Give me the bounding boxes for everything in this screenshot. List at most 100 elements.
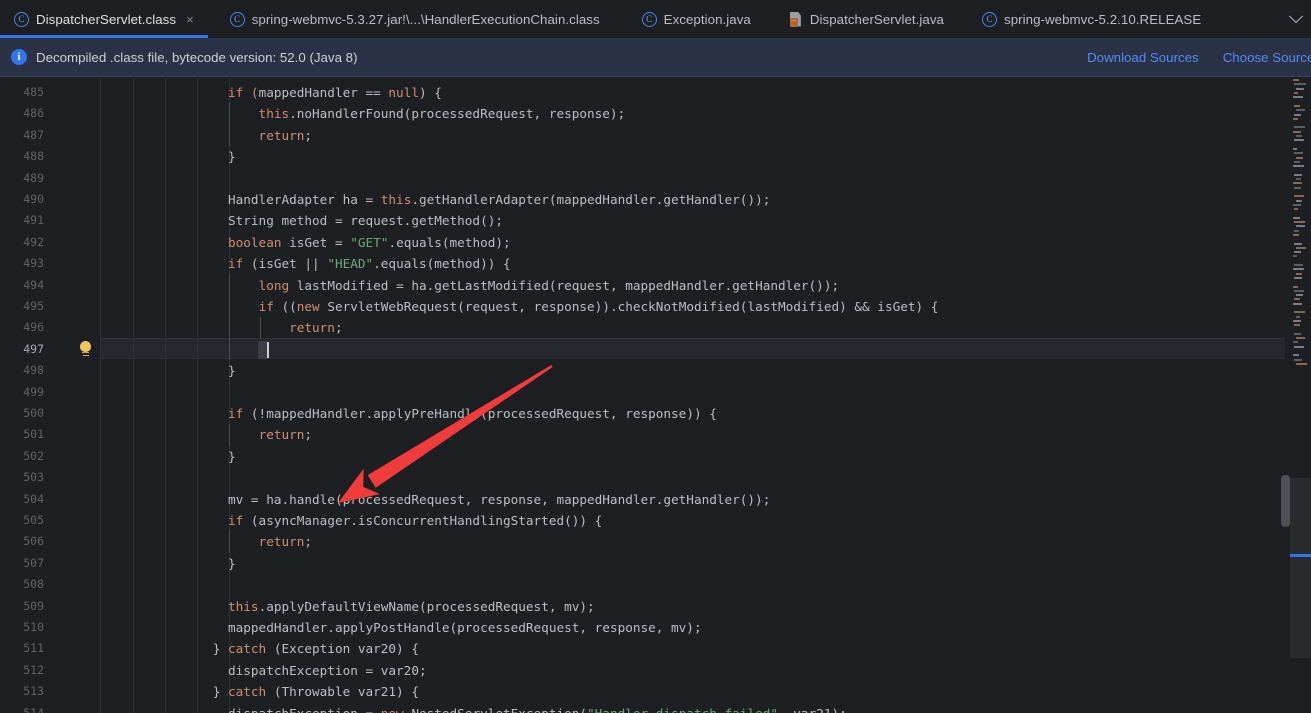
- minimap-viewport[interactable]: [1290, 478, 1311, 658]
- code-token: mv = ha.handle(processedRequest, respons…: [228, 491, 771, 507]
- code-line[interactable]: dispatchException = new NestedServletExc…: [213, 703, 847, 713]
- code-token: catch: [228, 641, 267, 657]
- code-token: ((: [273, 299, 297, 314]
- code-token: }: [228, 448, 236, 464]
- error-stripe[interactable]: [1281, 78, 1290, 713]
- minimap-line: [1292, 79, 1299, 82]
- code-token: }: [228, 555, 236, 571]
- notification-message: Decompiled .class file, bytecode version…: [36, 49, 358, 65]
- minimap-line: [1295, 272, 1302, 275]
- minimap-line: [1294, 345, 1305, 348]
- minimap-line: [1295, 246, 1306, 249]
- code-token: }: [212, 641, 228, 657]
- editor-tab-exception-java[interactable]: C Exception.java: [614, 0, 765, 38]
- code-line[interactable]: }: [228, 553, 236, 574]
- editor-tab-label: spring-webmvc-5.3.27.jar!\...\HandlerExe…: [251, 11, 600, 27]
- minimap-line: [1292, 117, 1298, 120]
- code-token: (asyncManager.isConcurrentHandlingStarte…: [243, 513, 603, 528]
- code-line[interactable]: return;: [228, 424, 312, 445]
- text-caret: [267, 341, 269, 358]
- class-file-icon: C: [229, 11, 245, 27]
- code-token: }: [228, 363, 236, 379]
- code-line[interactable]: dispatchException = var20;: [213, 660, 427, 681]
- code-line[interactable]: mappedHandler.applyPostHandle(processedR…: [228, 617, 702, 638]
- choose-sources-link[interactable]: Choose Sources: [1223, 50, 1311, 65]
- code-line[interactable]: } catch (Exception var20) {: [213, 638, 419, 659]
- editor-tab-spring-webmvc-release[interactable]: C spring-webmvc-5.2.10.RELEASE: [958, 0, 1215, 38]
- code-line[interactable]: this.noHandlerFound(processedRequest, re…: [228, 103, 626, 124]
- code-token: (Exception var20) {: [266, 641, 419, 657]
- code-token: .equals(method);: [388, 234, 511, 250]
- code-editor[interactable]: 485 486 487 488 489 490 491 492 493 494 495 496 497 4…: [0, 78, 1311, 713]
- minimap-line: [1294, 332, 1302, 335]
- notification-actions: Download Sources Choose Sources: [1087, 50, 1311, 65]
- code-line[interactable]: mv = ha.handle(processedRequest, respons…: [228, 489, 770, 510]
- minimap-line: [1292, 268, 1304, 271]
- code-line[interactable]: if (mappedHandler == null) {: [228, 82, 442, 103]
- code-minimap[interactable]: [1290, 78, 1311, 713]
- code-token: if: [258, 299, 274, 314]
- code-content[interactable]: if (mappedHandler == null) { this.noHand…: [0, 78, 1285, 713]
- minimap-line: [1295, 294, 1303, 297]
- code-token: HandlerAdapter ha =: [228, 192, 381, 207]
- minimap-line: [1294, 208, 1299, 211]
- code-token: return: [258, 534, 305, 550]
- code-token: this: [380, 192, 412, 207]
- minimap-line: [1294, 160, 1301, 163]
- minimap-line: [1292, 216, 1300, 219]
- class-file-icon: C: [14, 11, 29, 27]
- code-token: if: [228, 513, 244, 528]
- editor-vertical-scrollbar[interactable]: [1281, 475, 1290, 527]
- minimap-line: [1292, 96, 1303, 99]
- minimap-line: [1295, 315, 1300, 318]
- code-line[interactable]: boolean isGet = "GET".equals(method);: [228, 232, 511, 253]
- code-line[interactable]: } catch (Throwable var21) {: [213, 681, 419, 702]
- minimap-line: [1292, 130, 1301, 133]
- tab-overflow-chevron-icon[interactable]: [1287, 0, 1311, 38]
- code-line[interactable]: }: [228, 446, 236, 467]
- code-line[interactable]: if (!mappedHandler.applyPreHandle(proces…: [228, 403, 717, 424]
- minimap-line: [1292, 255, 1297, 258]
- code-token: .noHandlerFound(processedRequest, respon…: [289, 106, 626, 122]
- code-line[interactable]: this.applyDefaultViewName(processedReque…: [228, 596, 595, 617]
- code-line[interactable]: return;: [228, 317, 342, 338]
- editor-tab-dispatcherservlet-java[interactable]: DispatcherServlet.java: [765, 0, 958, 38]
- tab-close-icon[interactable]: ×: [186, 13, 194, 26]
- block-indent-guide: [229, 424, 230, 446]
- ide-window: C DispatcherServlet.class × C spring-web…: [0, 0, 1311, 713]
- code-token: boolean: [228, 234, 282, 250]
- class-file-icon: C: [641, 11, 657, 27]
- minimap-line: [1294, 251, 1302, 254]
- minimap-line: [1294, 83, 1307, 86]
- minimap-line: [1294, 113, 1302, 116]
- code-token: mappedHandler ==: [258, 85, 389, 100]
- editor-tab-dispatcherservlet-class[interactable]: C DispatcherServlet.class ×: [0, 0, 208, 38]
- code-line[interactable]: return;: [228, 125, 312, 146]
- minimap-line: [1292, 285, 1298, 288]
- code-line[interactable]: if ((new ServletWebRequest(request, resp…: [228, 296, 939, 317]
- minimap-line: [1292, 233, 1299, 236]
- code-line[interactable]: if (isGet || "HEAD".equals(method)) {: [228, 253, 511, 274]
- code-line[interactable]: if (asyncManager.isConcurrentHandlingSta…: [228, 510, 602, 531]
- editor-tab-handlerexecutionchain-class[interactable]: C spring-webmvc-5.3.27.jar!\...\HandlerE…: [208, 0, 614, 38]
- code-line[interactable]: String method = request.getMethod();: [228, 210, 503, 231]
- code-line[interactable]: }: [228, 146, 236, 167]
- code-token: , var21);: [778, 706, 847, 713]
- code-token: "GET": [350, 234, 389, 250]
- minimap-line: [1292, 302, 1302, 305]
- code-line[interactable]: HandlerAdapter ha = this.getHandlerAdapt…: [228, 189, 770, 210]
- code-token: long: [258, 277, 290, 293]
- code-line[interactable]: long lastModified = ha.getLastModified(r…: [228, 275, 840, 296]
- code-token: (Throwable var21) {: [266, 684, 419, 700]
- code-line[interactable]: }: [228, 360, 236, 381]
- code-token: return: [258, 427, 305, 443]
- download-sources-link[interactable]: Download Sources: [1087, 50, 1199, 65]
- minimap-line: [1294, 358, 1303, 361]
- code-line[interactable]: return;: [228, 531, 312, 552]
- code-token: .equals(method)) {: [373, 256, 511, 272]
- code-token: this: [228, 598, 259, 614]
